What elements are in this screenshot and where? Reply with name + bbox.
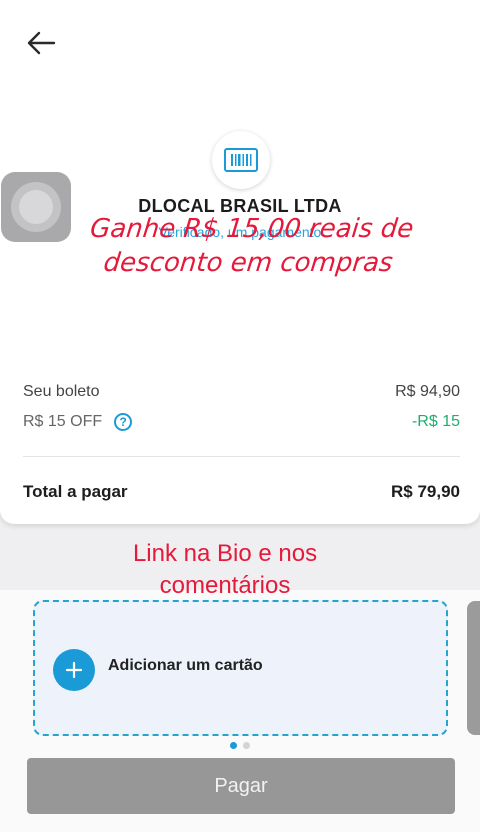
next-card-preview[interactable] (467, 601, 480, 735)
arrow-left-icon (27, 31, 56, 55)
pay-button[interactable]: Pagar (27, 758, 455, 814)
promo-overlay-line1: Ganhe R$ 15,00 reais de (88, 214, 415, 244)
question-circle-icon[interactable]: ? (114, 413, 133, 431)
promo-link-line1: Link na Bio e nos (132, 540, 318, 567)
promo-link-text: Link na Bio e nos comentários (0, 538, 450, 602)
discount-row: R$ 15 OFF ? -R$ 15 (23, 413, 460, 431)
barcode-icon (224, 148, 258, 172)
discount-label: R$ 15 OFF (23, 413, 103, 430)
add-card-label: Adicionar um cartão (108, 657, 263, 674)
promo-link-line2: comentários (159, 572, 291, 599)
plus-icon (53, 649, 95, 691)
promo-overlay-text: Ganhe R$ 15,00 reais de desconto em comp… (56, 212, 443, 280)
total-label: Total a pagar (23, 482, 128, 501)
total-row: Total a pagar R$ 79,90 (23, 482, 460, 502)
promo-overlay-line2: desconto em compras (102, 248, 395, 278)
carousel-dot-2[interactable] (243, 742, 250, 749)
carousel-dot-1[interactable] (230, 742, 237, 749)
discount-value: -R$ 15 (411, 413, 460, 430)
divider (23, 456, 460, 457)
back-button[interactable] (24, 28, 58, 58)
merchant-logo (212, 131, 270, 189)
add-card-button[interactable]: Adicionar um cartão (33, 600, 448, 736)
boleto-label: Seu boleto (23, 383, 100, 400)
boleto-value: R$ 94,90 (395, 383, 460, 400)
boleto-row: Seu boleto R$ 94,90 (23, 383, 460, 401)
total-value: R$ 79,90 (391, 482, 460, 501)
carousel-indicator (0, 742, 480, 749)
